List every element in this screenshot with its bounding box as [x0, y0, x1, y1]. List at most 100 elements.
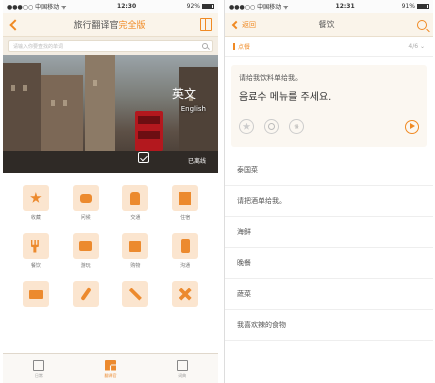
category-transport[interactable]: 交通	[111, 185, 161, 221]
tab-translator[interactable]: 翻译官	[75, 354, 147, 383]
card-icon	[28, 289, 43, 299]
carrier-label: ●●●○○ 中国移动 ᯤ	[7, 4, 67, 11]
search-input[interactable]: 请输入你要查找的单词	[8, 40, 213, 52]
category-sightseeing[interactable]: 游玩	[61, 233, 111, 269]
phrase-card: 请给我饮料单给我。 음료수 메뉴를 주세요. 慢	[231, 65, 427, 147]
status-bar: ●●●○○ 中国移动 ᯤ 12:30 92%	[3, 0, 218, 13]
category-label: 餐饮	[30, 263, 41, 269]
window-decoration	[93, 80, 97, 86]
window-decoration	[23, 85, 27, 91]
category-label: 收藏	[30, 215, 41, 221]
category-lodging[interactable]: 住宿	[160, 185, 210, 221]
phrase-list: 泰国菜 请把酒单给我。 海鲜 晚餐 蔬菜 我喜欢辣的食物	[225, 155, 433, 341]
offline-status: 已离线	[187, 158, 206, 165]
section-header: 点餐 4/6 ⌄	[225, 37, 433, 57]
app-title-edition: 完全版	[118, 21, 146, 31]
record-button[interactable]	[264, 119, 279, 134]
building-image	[85, 55, 115, 155]
medical-cross-icon	[178, 287, 192, 301]
dictionary-icon	[176, 359, 188, 371]
category-dining[interactable]: 餐饮	[11, 233, 61, 269]
language-name-en: English	[180, 105, 206, 113]
category-label: 购物	[130, 263, 141, 269]
street-image	[3, 151, 218, 173]
clock: 12:31	[335, 3, 355, 10]
category-tools[interactable]	[111, 281, 161, 317]
list-item[interactable]: 泰国菜	[225, 155, 433, 186]
category-communication[interactable]: 沟通	[160, 233, 210, 269]
tab-label: 词典	[178, 372, 187, 378]
checkbox-icon[interactable]	[138, 152, 149, 163]
category-label: 问候	[80, 215, 91, 221]
book-icon[interactable]	[200, 18, 212, 31]
battery-icon	[417, 4, 429, 9]
chat-bubble-icon	[79, 193, 92, 203]
category-shopping[interactable]: 购物	[111, 233, 161, 269]
battery-percent: 92%	[186, 3, 200, 10]
fork-knife-icon	[30, 239, 39, 253]
category-repair[interactable]	[61, 281, 111, 317]
list-item[interactable]: 请把酒单给我。	[225, 186, 433, 217]
app-title: 旅行翻译官完全版	[73, 18, 145, 31]
search-bar: 请输入你要查找的单词	[3, 37, 218, 55]
favorite-button[interactable]	[239, 119, 254, 134]
category-greetings[interactable]: 问候	[61, 185, 111, 221]
red-bus-image	[135, 111, 163, 151]
battery-status: 91%	[402, 3, 429, 10]
back-label: 返回	[242, 20, 256, 29]
language-banner[interactable]: 英文 English 已离线	[3, 55, 218, 173]
phrase-actions: 慢	[239, 119, 419, 134]
bus-icon	[130, 191, 141, 205]
tab-label: 日常	[34, 372, 43, 378]
phone-icon	[180, 239, 190, 253]
hotel-icon	[179, 191, 192, 205]
window-decoration	[11, 85, 15, 91]
section-title: 点餐	[233, 42, 250, 51]
bottom-tab-bar: 日常 翻译官 词典	[3, 353, 218, 383]
list-item[interactable]: 我喜欢辣的食物	[225, 310, 433, 341]
section-marker	[233, 43, 235, 50]
category-label: 交通	[130, 215, 141, 221]
page-counter[interactable]: 4/6 ⌄	[408, 43, 425, 50]
search-icon[interactable]	[417, 19, 427, 30]
tab-dictionary[interactable]: 词典	[146, 354, 218, 383]
slow-button[interactable]: 慢	[289, 119, 304, 134]
grid-icon	[105, 359, 116, 371]
category-card[interactable]	[11, 281, 61, 317]
category-grid: 收藏 问候 交通 住宿 餐饮 游玩 购物 沟通	[3, 173, 218, 317]
carrier-label: ●●●○○ 中国移动 ᯤ	[229, 4, 289, 11]
list-item[interactable]: 晚餐	[225, 248, 433, 279]
category-label: 沟通	[180, 263, 191, 269]
search-icon[interactable]	[202, 43, 208, 49]
battery-status: 92%	[187, 3, 214, 10]
play-icon[interactable]	[405, 119, 419, 134]
camera-icon	[79, 241, 93, 251]
top-nav-bar: 返回 餐饮	[225, 13, 433, 37]
section-title-label: 点餐	[238, 44, 251, 51]
home-screen: ●●●○○ 中国移动 ᯤ 12:30 92% 旅行翻译官完全版 请输入你要查找的…	[3, 0, 218, 383]
list-item[interactable]: 蔬菜	[225, 279, 433, 310]
clock: 12:30	[117, 3, 137, 10]
battery-percent: 91%	[401, 3, 415, 10]
record-icon	[268, 123, 275, 130]
phrase-chinese: 请给我饮料单给我。	[239, 74, 302, 82]
building-image	[41, 75, 83, 155]
tab-label: 翻译官	[104, 372, 117, 378]
tab-daily[interactable]: 日常	[3, 354, 75, 383]
status-bar: ●●●○○ 中国移动 ᯤ 12:31 91%	[225, 0, 433, 13]
list-item[interactable]: 海鲜	[225, 217, 433, 248]
top-nav-bar: 旅行翻译官完全版	[3, 13, 218, 37]
back-button[interactable]: 返回	[231, 20, 256, 30]
dining-screen: ●●●○○ 中国移动 ᯤ 12:31 91% 返回 餐饮 点餐 4/6 ⌄ 请给…	[224, 0, 433, 383]
category-label: 住宿	[180, 215, 191, 221]
shopping-bag-icon	[129, 240, 142, 252]
star-icon	[30, 192, 42, 203]
window-decoration	[63, 100, 67, 106]
category-medical[interactable]	[160, 281, 210, 317]
back-chevron-icon[interactable]	[9, 18, 21, 31]
search-placeholder: 请输入你要查找的单词	[13, 43, 64, 50]
category-favorites[interactable]: 收藏	[11, 185, 61, 221]
page-title: 餐饮	[318, 20, 335, 29]
checklist-icon	[33, 359, 45, 371]
tools-icon	[128, 287, 142, 301]
